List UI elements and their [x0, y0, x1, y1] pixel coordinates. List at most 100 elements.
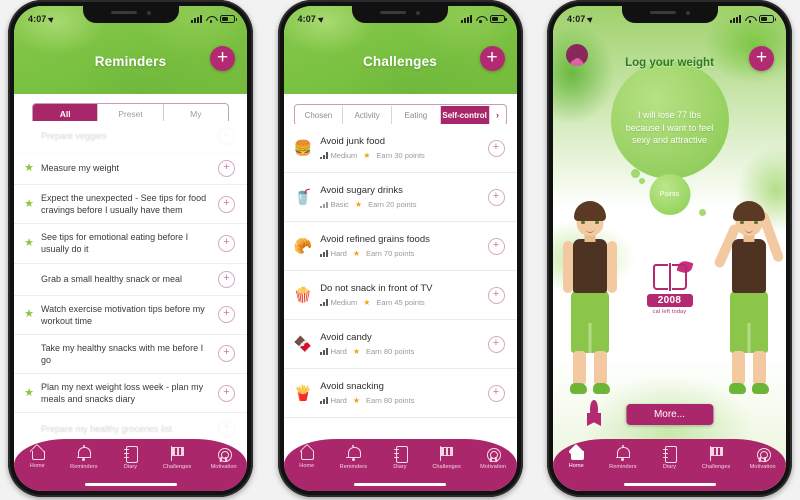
list-item[interactable]: ★ Prepare veggies + [14, 121, 247, 153]
wifi-icon [745, 15, 755, 23]
add-icon[interactable]: + [487, 188, 505, 206]
list-item[interactable]: ★ Take my healthy snacks with me before … [14, 335, 247, 375]
tab-label: Reminders [70, 463, 98, 470]
add-icon[interactable]: + [218, 420, 235, 438]
tab-home[interactable]: Home [15, 443, 59, 469]
battery-icon [220, 15, 238, 23]
add-reminder-button[interactable]: + [210, 46, 235, 71]
add-icon[interactable]: + [487, 286, 505, 304]
tab-label: Motivation [749, 463, 776, 470]
log-weight-title[interactable]: Log your weight [625, 56, 714, 70]
tab-diary[interactable]: Diary [647, 446, 691, 470]
tab-motivation[interactable]: Motivation [741, 446, 785, 470]
table-row[interactable]: 🥐 Avoid refined grains foods Hard ★ Earn… [283, 222, 517, 271]
goal-text: I will lose 77 lbs because I want to fee… [625, 110, 714, 146]
level-label: Hard [330, 249, 347, 258]
home-icon [299, 443, 315, 460]
tab-home[interactable]: Home [554, 443, 598, 469]
add-icon[interactable]: + [218, 345, 235, 363]
tab-motivation[interactable]: Motivation [202, 446, 246, 470]
chevron-right-icon[interactable]: › [490, 105, 506, 125]
list-item[interactable]: ★ See tips for emotional eating before I… [14, 224, 247, 264]
tab-reminders[interactable]: Reminders [331, 445, 375, 470]
tab-diary[interactable]: Diary [108, 446, 152, 470]
add-icon[interactable]: + [487, 335, 505, 353]
tab-diary[interactable]: Diary [378, 446, 422, 470]
reminders-header: 4:07 Reminders + [14, 6, 247, 94]
table-row[interactable]: 🥤 Avoid sugary drinks Basic ★ Earn 20 po… [283, 173, 517, 222]
tab-home[interactable]: Home [285, 443, 329, 469]
reminder-text: Expect the unexpected - See tips for foo… [41, 193, 207, 216]
status-right [460, 15, 507, 23]
tab-challenges[interactable]: Challenges [425, 446, 469, 470]
screenshot-stage: 4:07 Reminders + All Preset My Prepare v… [0, 0, 800, 500]
challenge-title: Avoid junk food [320, 136, 385, 147]
add-icon[interactable]: + [218, 270, 235, 288]
bubble-tail-icon [639, 178, 645, 184]
tab-challenges[interactable]: Challenges [694, 446, 738, 470]
add-icon[interactable]: + [218, 160, 235, 177]
points-star-icon: ★ [363, 297, 371, 307]
add-icon[interactable]: + [487, 139, 505, 157]
challenge-category-tabs[interactable]: Chosen Activity Eating Self-control › [293, 104, 507, 126]
flag-icon [170, 446, 185, 461]
tab-label: Motivation [210, 463, 237, 470]
tab-activity[interactable]: Activity [343, 105, 392, 125]
list-item[interactable]: ★ Expect the unexpected - See tips for f… [14, 185, 247, 225]
challenge-title: Avoid sugary drinks [320, 185, 403, 196]
tab-label: Reminders [339, 463, 368, 470]
reminder-text: Prepare my healthy groceries list [41, 423, 173, 434]
tab-label: Home [568, 462, 584, 469]
add-icon[interactable]: + [218, 384, 235, 402]
add-icon[interactable]: + [218, 195, 235, 213]
add-icon[interactable]: + [487, 237, 505, 255]
tab-chosen[interactable]: Chosen [295, 105, 344, 125]
burger-icon: 🍔 [293, 139, 313, 157]
goal-bubble[interactable]: I will lose 77 lbs because I want to fee… [610, 61, 729, 179]
points-label: Earn 80 points [366, 396, 415, 405]
tab-reminders[interactable]: Reminders [62, 445, 106, 470]
tab-challenges[interactable]: Challenges [155, 446, 199, 470]
popcorn-icon: 🍿 [293, 286, 313, 304]
tab-reminders[interactable]: Reminders [601, 445, 645, 470]
signal-bars-icon [191, 15, 202, 23]
reminder-text: Measure my weight [41, 163, 120, 174]
speaker-icon [649, 11, 676, 14]
table-row[interactable]: 🍫 Avoid candy Hard ★ Earn 80 points + [283, 320, 517, 369]
list-item[interactable]: ★ Grab a small healthy snack or meal + [14, 264, 247, 296]
list-item[interactable]: ★ Watch exercise motivation tips before … [14, 296, 247, 335]
reminders-list[interactable]: ★ Prepare veggies + ★ Measure my weight … [14, 121, 247, 445]
add-icon[interactable]: + [218, 128, 235, 145]
challenge-level: Hard [320, 347, 347, 356]
tab-self-control[interactable]: Self-control [440, 105, 490, 125]
avatar-left [557, 201, 623, 406]
reminder-text: See tips for emotional eating before I u… [41, 232, 189, 255]
add-icon[interactable]: + [487, 384, 505, 402]
bell-icon [76, 445, 92, 462]
ribbon-icon [587, 400, 601, 426]
star-icon: ★ [24, 236, 34, 249]
more-button[interactable]: More... [625, 404, 714, 425]
add-icon[interactable]: + [218, 234, 235, 252]
difficulty-icon [320, 201, 328, 208]
calorie-diary-badge[interactable]: 2008 cal left today [642, 259, 698, 315]
tab-motivation[interactable]: Motivation [471, 446, 515, 470]
table-row[interactable]: 🍔 Avoid junk food Medium ★ Earn 30 point… [283, 124, 517, 173]
home-icon [29, 443, 46, 460]
plus-icon: + [486, 47, 498, 68]
tab-eating[interactable]: Eating [392, 105, 441, 125]
status-time: 4:07 [297, 14, 316, 24]
add-challenge-button[interactable]: + [479, 46, 505, 71]
profile-avatar-icon[interactable] [566, 44, 588, 66]
status-time: 4:07 [28, 14, 47, 24]
table-row[interactable]: 🍟 Avoid snacking Hard ★ Earn 80 points + [283, 369, 517, 418]
tab-label: Home [299, 462, 315, 469]
tab-label: Motivation [480, 463, 507, 470]
list-item[interactable]: ★ Plan my next weight loss week - plan m… [14, 374, 247, 414]
status-time: 4:07 [567, 14, 586, 24]
add-entry-button[interactable]: + [749, 46, 774, 71]
challenges-list[interactable]: 🍔 Avoid junk food Medium ★ Earn 30 point… [283, 124, 517, 445]
table-row[interactable]: 🍿 Do not snack in front of TV Medium ★ E… [283, 271, 517, 320]
add-icon[interactable]: + [218, 306, 235, 324]
list-item[interactable]: ★ Measure my weight + [14, 153, 247, 185]
